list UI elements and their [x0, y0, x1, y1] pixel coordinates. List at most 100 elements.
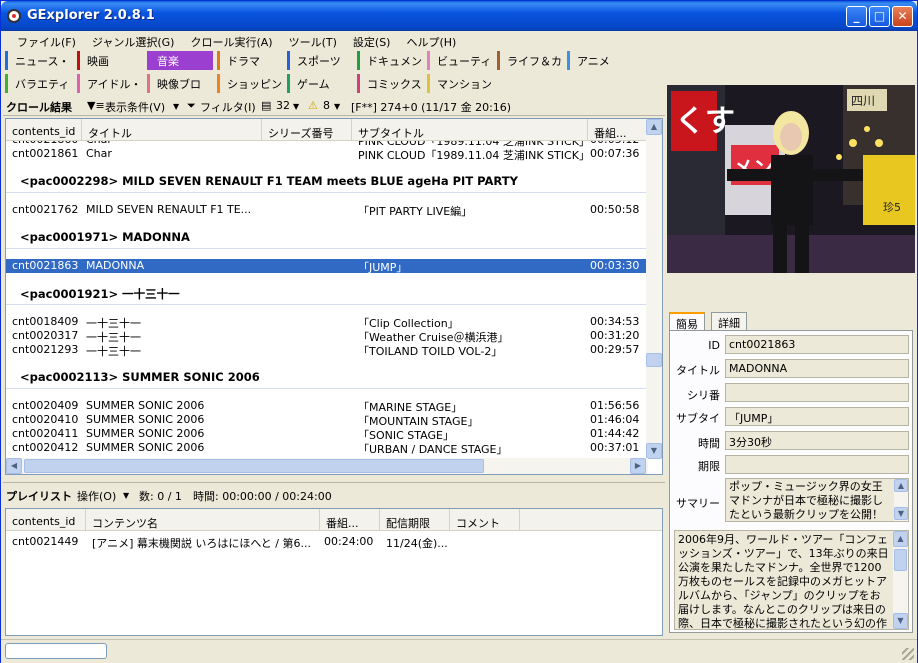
scroll-thumb[interactable]: [894, 549, 907, 571]
cell-id: cnt0018409: [12, 315, 79, 328]
scroll-up-icon[interactable]: ▲: [894, 479, 908, 492]
filter-button[interactable]: フィルタ(I): [200, 99, 256, 115]
display-condition-menu[interactable]: 表示条件(V): [105, 99, 165, 115]
hscroll-thumb[interactable]: [24, 459, 484, 473]
table-row[interactable]: cnt0020409 SUMMER SONIC 2006 「MARINE STAGE…: [6, 399, 648, 414]
genre-tab[interactable]: 映画: [77, 51, 143, 70]
summary-scrollbar[interactable]: ▲ ▼: [894, 479, 908, 521]
tab-detail[interactable]: 詳細: [711, 312, 747, 330]
col-subtitle[interactable]: サブタイトル: [352, 119, 588, 141]
playlist-time: 時間: 00:00:00 / 00:24:00: [193, 490, 332, 503]
field-title[interactable]: MADONNA: [725, 359, 909, 378]
table-row[interactable]: cnt0021863 MADONNA 「JUMP」 00:03:30: [6, 259, 648, 274]
genre-tab[interactable]: ドキュメン: [357, 51, 423, 70]
scroll-up-icon[interactable]: ▲: [893, 531, 908, 547]
genre-tab[interactable]: ライフ＆カ: [497, 51, 563, 70]
scroll-thumb[interactable]: [646, 353, 662, 367]
menu-file[interactable]: ファイル(F): [9, 31, 84, 50]
table-row[interactable]: cnt0021293 一十三十一 「TOILAND TOILD VOL-2」 00:2…: [6, 343, 648, 358]
cell-id: cnt0021762: [12, 203, 79, 216]
menu-settings[interactable]: 設定(S): [345, 31, 399, 50]
genre-tab[interactable]: 映像ブロ: [147, 74, 213, 93]
count-dropdown[interactable]: 32: [276, 99, 290, 112]
table-row[interactable]: cnt0020410 SUMMER SONIC 2006 「MOUNTAIN STA…: [6, 413, 648, 428]
field-id[interactable]: cnt0021863: [725, 335, 909, 354]
playlist-title: プレイリスト: [6, 490, 72, 503]
col-contents-id[interactable]: contents_id: [6, 119, 82, 141]
genre-tab[interactable]: コミックス: [357, 74, 423, 93]
table-row[interactable]: cnt0021762 MILD SEVEN RENAULT F1 TE... 「PI…: [6, 203, 648, 218]
pl-col-duration[interactable]: 番組...: [320, 509, 380, 531]
group-header[interactable]: <pac0002298> MILD SEVEN RENAULT F1 TEAM …: [6, 171, 648, 193]
pl-col-comment[interactable]: コメント: [450, 509, 520, 531]
scroll-up-icon[interactable]: ▲: [646, 119, 662, 135]
group-header[interactable]: <pac0001971> MADONNA: [6, 227, 648, 249]
genre-tab[interactable]: ドラマ: [217, 51, 283, 70]
menu-help[interactable]: ヘルプ(H): [398, 31, 464, 50]
genre-tab[interactable]: 音楽: [147, 51, 213, 70]
field-subtitle[interactable]: 「JUMP」: [725, 407, 909, 426]
results-horizontal-scrollbar[interactable]: ◀ ▶: [6, 458, 648, 474]
genre-tab[interactable]: バラエティ: [5, 74, 71, 93]
genre-tab[interactable]: アイドル・: [77, 74, 143, 93]
col-duration[interactable]: 番組...: [588, 119, 648, 141]
results-vertical-scrollbar[interactable]: ▲ ▼: [646, 119, 662, 459]
chevron-down-icon[interactable]: ▼: [293, 102, 299, 111]
description-scrollbar[interactable]: ▲ ▼: [893, 531, 908, 629]
genre-tab[interactable]: アニメ: [567, 51, 633, 70]
table-row[interactable]: cnt0018409 一十三十一 「Clip Collection」 00:34:53: [6, 315, 648, 330]
scroll-down-icon[interactable]: ▼: [646, 443, 662, 459]
description-text: 2006年9月、ワールド・ツアー「コンフェッションズ・ツアー」で、13年ぶりの来…: [678, 533, 889, 630]
cell-subtitle: PINK CLOUD「1989.11.04 芝浦INK STICK」: [358, 149, 586, 162]
scroll-down-icon[interactable]: ▼: [893, 613, 908, 629]
pl-col-contents-id[interactable]: contents_id: [6, 509, 86, 531]
menu-genre[interactable]: ジャンル選択(G): [84, 31, 183, 50]
col-series[interactable]: シリーズ番号: [262, 119, 352, 141]
genre-tab[interactable]: ビューティ: [427, 51, 493, 70]
resize-grip-icon[interactable]: [902, 648, 914, 660]
playlist-body: cnt0021449 [アニメ] 幕末機関説 いろはにほへと / 第6... 00:…: [6, 531, 662, 631]
playlist-grid[interactable]: contents_id コンテンツ名 番組... 配信期限 コメント cnt00…: [5, 508, 663, 636]
group-header[interactable]: <pac0001921> 一十三十一: [6, 283, 648, 305]
table-row[interactable]: cnt0020411 SUMMER SONIC 2006 「SONIC STAGE」…: [6, 427, 648, 442]
operation-menu[interactable]: 操作(O): [77, 488, 116, 504]
table-row[interactable]: cnt0020413 SUMMER SONIC 2006 「BEACH STAGE」…: [6, 455, 648, 457]
scroll-left-icon[interactable]: ◀: [6, 458, 22, 474]
table-row[interactable]: cnt0020412 SUMMER SONIC 2006 「URBAN / DANC…: [6, 441, 648, 456]
pl-col-deadline[interactable]: 配信期限: [380, 509, 450, 531]
scroll-down-icon[interactable]: ▼: [894, 507, 908, 520]
genre-tab[interactable]: ショッピング: [217, 74, 283, 93]
genre-tab[interactable]: ニュース・ビ: [5, 51, 71, 70]
chevron-down-icon[interactable]: ▼: [123, 491, 129, 500]
group-header[interactable]: <pac0002113> SUMMER SONIC 2006: [6, 367, 648, 389]
cell-name: [アニメ] 幕末機関説 いろはにほへと / 第6...: [92, 537, 311, 550]
field-series[interactable]: [725, 383, 909, 402]
field-summary[interactable]: ポップ・ミュージック界の女王マドンナが日本で極秘に撮影したという最新クリップを公…: [725, 478, 909, 522]
table-row[interactable]: cnt0020317 一十三十一 「Weather Cruise＠横浜港」 00:31…: [6, 329, 648, 344]
label-deadline: 期限: [698, 460, 720, 473]
genre-tab[interactable]: スポーツ: [287, 51, 353, 70]
detail-tabs: 簡易 詳細: [669, 312, 913, 331]
minimize-button[interactable]: _: [846, 6, 867, 27]
tab-simple[interactable]: 簡易: [669, 312, 705, 331]
close-button[interactable]: ✕: [892, 6, 913, 27]
warning-count-dropdown[interactable]: 8: [323, 99, 330, 112]
pl-col-name[interactable]: コンテンツ名: [86, 509, 320, 531]
maximize-button[interactable]: □: [869, 6, 890, 27]
chevron-down-icon[interactable]: ▼: [173, 102, 179, 111]
chevron-down-icon[interactable]: ▼: [334, 102, 340, 111]
thumbnail-sign-3: 四川: [851, 94, 875, 108]
genre-tab[interactable]: ゲーム: [287, 74, 353, 93]
playlist-row[interactable]: cnt0021449 [アニメ] 幕末機関説 いろはにほへと / 第6... 00:…: [6, 535, 662, 550]
menu-tools[interactable]: ツール(T): [281, 31, 345, 50]
scroll-right-icon[interactable]: ▶: [630, 458, 646, 474]
genre-tab[interactable]: マンション: [427, 74, 493, 93]
col-title[interactable]: タイトル: [82, 119, 262, 141]
menu-crawl[interactable]: クロール実行(A): [182, 31, 280, 50]
field-time[interactable]: 3分30秒: [725, 431, 909, 450]
description-box[interactable]: 2006年9月、ワールド・ツアー「コンフェッションズ・ツアー」で、13年ぶりの来…: [674, 530, 909, 630]
results-grid[interactable]: contents_id タイトル シリーズ番号 サブタイトル 番組... cnt…: [5, 118, 663, 475]
title-bar[interactable]: GExplorer 2.0.8.1 _ □ ✕: [1, 1, 917, 31]
table-row[interactable]: cnt0021861 Char PINK CLOUD「1989.11.04 芝浦IN…: [6, 147, 648, 162]
field-deadline[interactable]: [725, 455, 909, 474]
